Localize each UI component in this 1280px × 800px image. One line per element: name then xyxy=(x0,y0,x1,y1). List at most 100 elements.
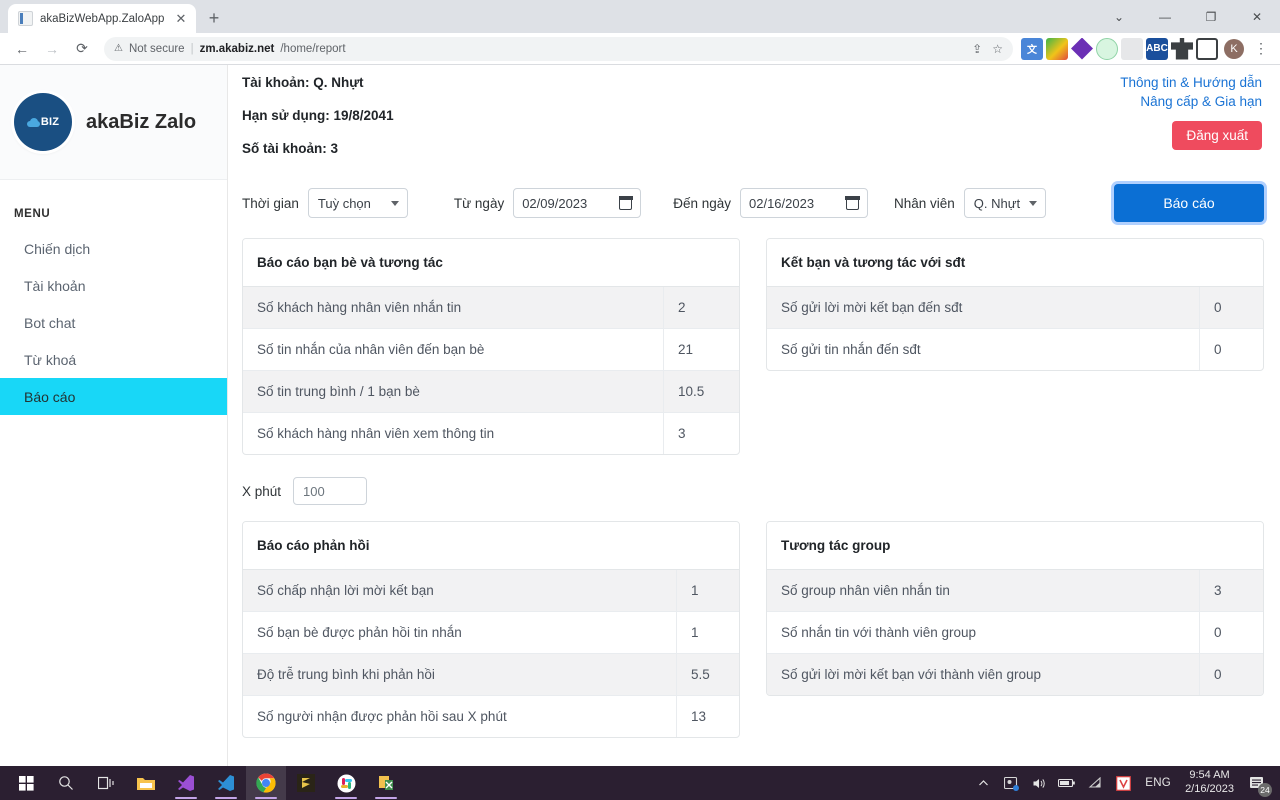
account-name: Tài khoản: Q. Nhựt xyxy=(242,75,364,90)
task-view-icon[interactable] xyxy=(86,766,126,800)
staff-select[interactable]: Q. Nhựt xyxy=(963,188,1046,218)
table-row: Số chấp nhận lời mời kết bạn 1 xyxy=(243,570,739,612)
omnibox-separator: | xyxy=(190,42,194,55)
time-range-select[interactable]: Tuỳ chọn xyxy=(307,188,408,218)
x-minutes-input[interactable]: 100 xyxy=(293,477,368,505)
calendar-icon[interactable] xyxy=(618,195,633,210)
address-bar[interactable]: ⚠ Not secure | zm.akabiz.net /home/repor… xyxy=(104,36,1013,61)
file-explorer-icon[interactable] xyxy=(126,766,166,800)
volume-icon[interactable] xyxy=(1025,766,1053,800)
tab-search-icon[interactable]: ⌄ xyxy=(1096,0,1142,33)
vscode-icon[interactable] xyxy=(206,766,246,800)
share-icon[interactable]: ⇪ xyxy=(972,42,982,56)
translate-icon[interactable]: 文 xyxy=(1021,37,1043,60)
abc-icon[interactable]: ABC xyxy=(1146,37,1168,60)
minimize-button[interactable]: — xyxy=(1142,0,1188,33)
security-status[interactable]: Not secure xyxy=(129,43,185,55)
row-label: Số group nhân viên nhắn tin xyxy=(781,583,950,598)
table-row: Số gửi lời mời kết bạn với thành viên gr… xyxy=(767,654,1263,695)
chrome-icon[interactable] xyxy=(246,766,286,800)
row-value: 0 xyxy=(1199,654,1263,695)
sidebar-item-bot-chat[interactable]: Bot chat xyxy=(0,304,227,341)
v-icon[interactable] xyxy=(1109,766,1137,800)
not-secure-icon: ⚠ xyxy=(114,43,123,54)
sidebar-item-label: Tài khoản xyxy=(24,277,86,294)
table-row: Số nhắn tin với thành viên group 0 xyxy=(767,612,1263,654)
chrome-menu-icon[interactable]: ⋮ xyxy=(1250,40,1272,57)
back-icon[interactable]: ← xyxy=(8,35,36,63)
sidebar-item-label: Báo cáo xyxy=(24,388,76,405)
diamond-icon[interactable] xyxy=(1071,37,1093,60)
from-date-label: Từ ngày xyxy=(453,195,505,211)
teams-icon[interactable] xyxy=(997,766,1025,800)
row-value: 0 xyxy=(1199,287,1263,328)
sidebar-item-chien-dich[interactable]: Chiến dịch xyxy=(0,230,227,267)
language-indicator[interactable]: ENG xyxy=(1137,777,1179,789)
brand-header: BIZ akaBiz Zalo xyxy=(0,65,227,180)
puzzle-icon[interactable] xyxy=(1171,37,1193,60)
start-button[interactable] xyxy=(6,766,46,800)
notification-badge: 24 xyxy=(1258,783,1272,797)
row-value: 3 xyxy=(1199,570,1263,611)
feedback-report-card: Báo cáo phản hồi Số chấp nhận lời mời kế… xyxy=(242,521,740,738)
to-date-input[interactable]: 02/16/2023 xyxy=(740,188,868,218)
forward-icon[interactable]: → xyxy=(38,35,66,63)
system-tray: ENG 9:54 AM 2/16/2023 24 xyxy=(969,766,1274,800)
account-count: Số tài khoản: 3 xyxy=(242,141,339,156)
clock[interactable]: 9:54 AM 2/16/2023 xyxy=(1179,769,1240,797)
table-row: Số bạn bè được phản hồi tin nhắn 1 xyxy=(243,612,739,654)
group-interaction-card: Tương tác group Số group nhân viên nhắn … xyxy=(766,521,1264,696)
sidepanel-icon[interactable] xyxy=(1196,37,1218,60)
globe-icon[interactable] xyxy=(1046,37,1068,60)
row-label: Số người nhận được phản hồi sau X phút xyxy=(257,709,507,724)
slack-icon[interactable] xyxy=(326,766,366,800)
upgrade-renew-link[interactable]: Nâng cấp & Gia hạn xyxy=(1120,94,1262,109)
browser-tab[interactable]: akaBizWebApp.ZaloApp ✕ xyxy=(8,4,196,33)
row-label: Số bạn bè được phản hồi tin nhắn xyxy=(257,625,462,640)
table-row: Số khách hàng nhân viên xem thông tin 3 xyxy=(243,413,739,454)
row-value: 2 xyxy=(663,287,739,328)
sidebar: BIZ akaBiz Zalo MENU Chiến dịch Tài khoả… xyxy=(0,65,228,766)
row-value: 21 xyxy=(663,329,739,370)
close-window-button[interactable]: ✕ xyxy=(1234,0,1280,33)
row-label: Số khách hàng nhân viên nhắn tin xyxy=(257,300,462,315)
to-date-value: 02/16/2023 xyxy=(749,195,815,211)
menu-section-label: MENU xyxy=(14,208,51,220)
cards-row-bottom: Báo cáo phản hồi Số chấp nhận lời mời kế… xyxy=(228,505,1280,738)
tab-strip: akaBizWebApp.ZaloApp ✕ + ⌄ — ❐ ✕ xyxy=(0,0,1280,33)
logout-button[interactable]: Đăng xuất xyxy=(1172,121,1262,150)
filter-bar: Thời gian Tuỳ chọn Từ ngày 02/09/2023 Đế… xyxy=(228,178,1280,222)
new-tab-button[interactable]: + xyxy=(200,4,228,32)
account-bar: Tài khoản: Q. Nhựt Hạn sử dụng: 19/8/204… xyxy=(228,65,1280,178)
to-date-label: Đến ngày xyxy=(673,195,731,211)
visual-studio-icon[interactable] xyxy=(166,766,206,800)
profile-avatar[interactable]: K xyxy=(1224,38,1244,59)
group-card-col: Tương tác group Số group nhân viên nhắn … xyxy=(766,521,1264,738)
calendar-icon[interactable] xyxy=(845,195,860,210)
reload-icon[interactable]: ⟳ xyxy=(68,35,96,63)
search-icon[interactable] xyxy=(46,766,86,800)
info-guide-link[interactable]: Thông tin & Hướng dẫn xyxy=(1120,75,1262,90)
table-row: Số gửi tin nhắn đến sđt 0 xyxy=(767,329,1263,370)
chevron-up-icon[interactable] xyxy=(969,766,997,800)
battery-icon[interactable] xyxy=(1053,766,1081,800)
bookmark-star-icon[interactable]: ☆ xyxy=(992,42,1003,56)
row-label: Số gửi lời mời kết bạn với thành viên gr… xyxy=(781,667,1041,682)
sublime-icon[interactable] xyxy=(286,766,326,800)
report-button[interactable]: Báo cáo xyxy=(1114,184,1264,222)
table-row: Số tin nhắn của nhân viên đến bạn bè 21 xyxy=(243,329,739,371)
target-icon[interactable] xyxy=(1096,37,1118,60)
page-icon[interactable] xyxy=(1121,37,1143,60)
sidebar-item-bao-cao[interactable]: Báo cáo xyxy=(0,378,227,415)
wifi-icon[interactable] xyxy=(1081,766,1109,800)
sidebar-item-tu-khoa[interactable]: Từ khoá xyxy=(0,341,227,378)
browser-window: akaBizWebApp.ZaloApp ✕ + ⌄ — ❐ ✕ ← → ⟳ ⚠… xyxy=(0,0,1280,766)
maximize-button[interactable]: ❐ xyxy=(1188,0,1234,33)
notifications-icon[interactable]: 24 xyxy=(1240,766,1274,800)
sidebar-item-tai-khoan[interactable]: Tài khoản xyxy=(0,267,227,304)
window-controls: ⌄ — ❐ ✕ xyxy=(1096,0,1280,33)
from-date-input[interactable]: 02/09/2023 xyxy=(513,188,642,218)
app-icon[interactable] xyxy=(366,766,406,800)
row-value: 1 xyxy=(676,570,739,611)
close-tab-icon[interactable]: ✕ xyxy=(172,10,190,28)
